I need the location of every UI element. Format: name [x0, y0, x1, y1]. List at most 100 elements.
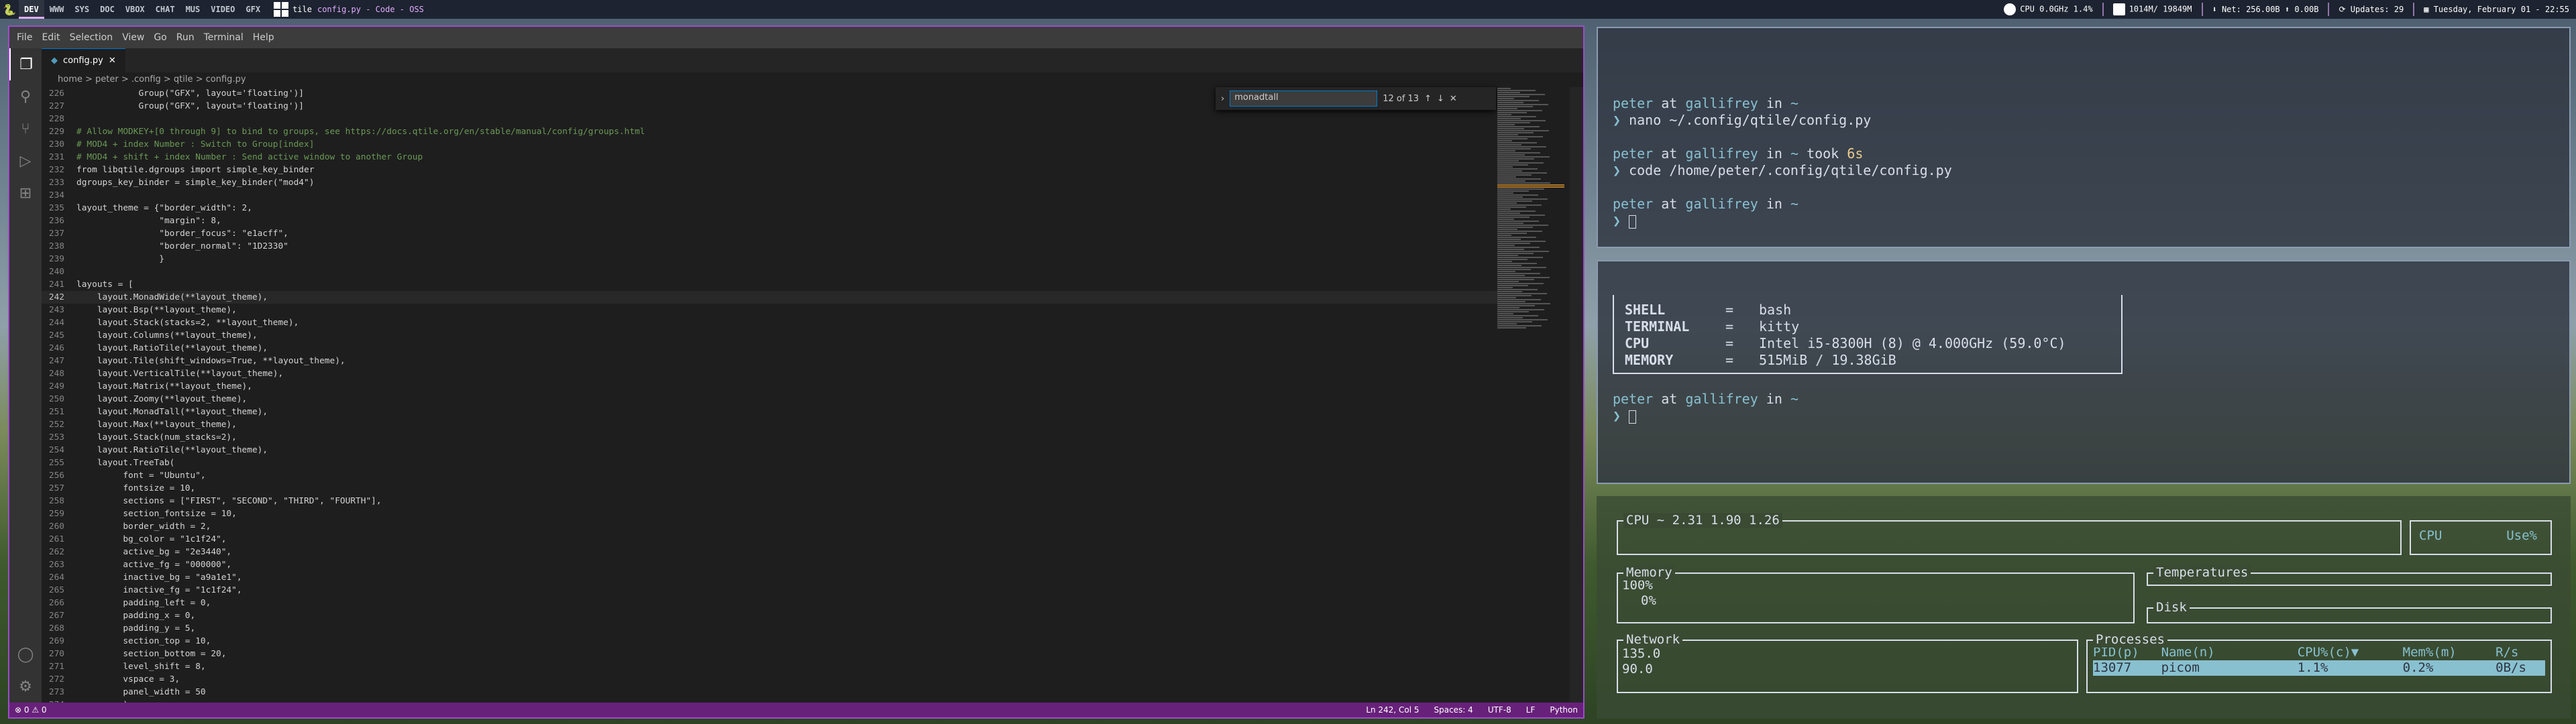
code-line[interactable]: 232 from libqtile.dgroups import simple_k…	[42, 164, 1497, 176]
code-line[interactable]: 252 layout.Max(**layout_theme),	[42, 418, 1497, 431]
terminal-2[interactable]: SHELL = bash TERMINAL = kitty CPU = Intel i5-830…	[1597, 260, 2571, 484]
extensions-icon[interactable]: ⊞	[9, 177, 42, 209]
code-line[interactable]: 271 level_shift = 8,	[42, 660, 1497, 673]
code-line[interactable]: 237 "border_focus": "e1acff",	[42, 227, 1497, 240]
tile-layout-icon[interactable]	[274, 2, 289, 17]
code-line[interactable]: 234	[42, 189, 1497, 202]
code-line[interactable]: 240	[42, 265, 1497, 278]
code-line[interactable]: 273 panel_width = 50	[42, 686, 1497, 699]
menu-edit[interactable]: Edit	[37, 32, 64, 43]
indentation[interactable]: Spaces: 4	[1434, 705, 1473, 715]
code-line[interactable]: 253 layout.Stack(num_stacks=2),	[42, 431, 1497, 444]
menu-terminal[interactable]: Terminal	[199, 32, 248, 43]
menu-help[interactable]: Help	[248, 32, 279, 43]
chevron-right-icon[interactable]: ›	[1221, 94, 1224, 104]
code-line[interactable]: 261 bg_color = "1c1f24",	[42, 533, 1497, 546]
code-line[interactable]: 228	[42, 113, 1497, 125]
encoding[interactable]: UTF-8	[1488, 705, 1511, 715]
group-www[interactable]: WWW	[44, 0, 70, 19]
code-line[interactable]: 247 layout.Tile(shift_windows=True, **la…	[42, 355, 1497, 367]
code-line[interactable]: 254 layout.RatioTile(**layout_theme),	[42, 444, 1497, 457]
eol[interactable]: LF	[1526, 705, 1536, 715]
code-line[interactable]: 257 fontsize = 10,	[42, 482, 1497, 495]
scrollbar[interactable]	[1570, 87, 1583, 703]
group-mus[interactable]: MUS	[180, 0, 206, 19]
code-line[interactable]: 241 layouts = [	[42, 278, 1497, 291]
code-line[interactable]: 229 # Allow MODKEY+[0 through 9] to bind …	[42, 125, 1497, 138]
code-line[interactable]: 235 layout_theme = {"border_width": 2,	[42, 202, 1497, 215]
updates-widget[interactable]: ⟳ Updates: 29	[2339, 5, 2404, 14]
line-text: panel_width = 50	[76, 687, 206, 697]
code-line[interactable]: 255 layout.TreeTab(	[42, 457, 1497, 469]
code-line[interactable]: 263 active_fg = "000000",	[42, 558, 1497, 571]
group-video[interactable]: VIDEO	[205, 0, 240, 19]
code-line[interactable]: 242 layout.MonadWide(**layout_theme),	[42, 291, 1497, 304]
code-line[interactable]: 266 padding_left = 0,	[42, 597, 1497, 609]
code-line[interactable]: 267 padding_x = 0,	[42, 609, 1497, 622]
process-column-header[interactable]: R/s	[2496, 645, 2545, 660]
code-editor[interactable]: 226 Group("GFX", layout='floating')] 227 …	[42, 87, 1497, 703]
group-doc[interactable]: DOC	[95, 0, 120, 19]
group-dev[interactable]: DEV	[19, 0, 44, 19]
code-line[interactable]: 265 inactive_fg = "1c1f24",	[42, 584, 1497, 597]
code-line[interactable]: 272 vspace = 3,	[42, 673, 1497, 686]
code-line[interactable]: 256 font = "Ubuntu",	[42, 469, 1497, 482]
code-line[interactable]: 264 inactive_bg = "a9a1e1",	[42, 571, 1497, 584]
process-row[interactable]: 13077 picom 1.1% 0.2% 0B/s	[2093, 660, 2545, 676]
menu-file[interactable]: File	[12, 32, 37, 43]
group-sys[interactable]: SYS	[69, 0, 95, 19]
tab-config-py[interactable]: ◆ config.py ✕	[42, 48, 125, 72]
code-line[interactable]: 249 layout.Matrix(**layout_theme),	[42, 380, 1497, 393]
close-icon[interactable]: ✕	[1450, 94, 1457, 104]
code-line[interactable]: 258 sections = ["FIRST", "SECOND", "THIR…	[42, 495, 1497, 507]
code-line[interactable]: 260 border_width = 2,	[42, 520, 1497, 533]
process-column-header[interactable]: CPU%(c)▼	[2298, 645, 2403, 660]
python-logo-icon[interactable]: 🐍	[0, 0, 19, 19]
code-line[interactable]: 230 # MOD4 + index Number : Switch to Gro…	[42, 138, 1497, 151]
gear-icon[interactable]: ⚙	[9, 670, 42, 703]
breadcrumb[interactable]: home > peter > .config > qtile > config.…	[42, 72, 1583, 87]
group-chat[interactable]: CHAT	[150, 0, 180, 19]
code-line[interactable]: 239 }	[42, 253, 1497, 265]
search-icon[interactable]: ⚲	[9, 80, 42, 113]
process-column-header[interactable]: Name(n)	[2161, 645, 2298, 660]
bpytop-window[interactable]: CPU ~ 2.31 1.90 1.26 CPU Use% Memory 100% 0…	[1597, 496, 2571, 719]
minimap[interactable]	[1497, 87, 1570, 703]
code-line[interactable]: 245 layout.Columns(**layout_theme),	[42, 329, 1497, 342]
next-match-icon[interactable]: ↓	[1437, 94, 1444, 104]
menu-go[interactable]: Go	[149, 32, 171, 43]
code-line[interactable]: 231 # MOD4 + shift + index Number : Send …	[42, 151, 1497, 164]
code-line[interactable]: 269 section_top = 10,	[42, 635, 1497, 648]
close-icon[interactable]: ✕	[109, 56, 116, 66]
code-line[interactable]: 236 "margin": 8,	[42, 215, 1497, 227]
prev-match-icon[interactable]: ↑	[1424, 94, 1432, 104]
cursor-position[interactable]: Ln 242, Col 5	[1366, 705, 1419, 715]
problems-count[interactable]: ⊗ 0 ⚠ 0	[15, 705, 47, 715]
code-line[interactable]: 238 "border_normal": "1D2330"	[42, 240, 1497, 253]
group-gfx[interactable]: GFX	[240, 0, 266, 19]
group-vbox[interactable]: VBOX	[120, 0, 150, 19]
code-line[interactable]: 233 dgroups_key_binder = simple_key_binde…	[42, 176, 1497, 189]
menu-run[interactable]: Run	[172, 32, 199, 43]
menu-view[interactable]: View	[117, 32, 149, 43]
menu-selection[interactable]: Selection	[65, 32, 118, 43]
code-line[interactable]: 268 padding_y = 5,	[42, 622, 1497, 635]
code-line[interactable]: 244 layout.Stack(stacks=2, **layout_them…	[42, 316, 1497, 329]
explorer-icon[interactable]: ❐	[9, 48, 42, 80]
code-line[interactable]: 248 layout.VerticalTile(**layout_theme),	[42, 367, 1497, 380]
source-control-icon[interactable]: ⑂	[9, 113, 42, 145]
download-icon: ⬇	[2212, 5, 2222, 14]
code-line[interactable]: 251 layout.MonadTall(**layout_theme),	[42, 406, 1497, 418]
code-line[interactable]: 246 layout.RatioTile(**layout_theme),	[42, 342, 1497, 355]
code-line[interactable]: 243 layout.Bsp(**layout_theme),	[42, 304, 1497, 316]
find-input[interactable]: monadtall	[1230, 90, 1378, 107]
process-column-header[interactable]: Mem%(m)	[2403, 645, 2496, 660]
code-line[interactable]: 259 section_fontsize = 10,	[42, 507, 1497, 520]
run-debug-icon[interactable]: ▷	[9, 145, 42, 177]
code-line[interactable]: 262 active_bg = "2e3440",	[42, 546, 1497, 558]
language-mode[interactable]: Python	[1550, 705, 1578, 715]
code-line[interactable]: 250 layout.Zoomy(**layout_theme),	[42, 393, 1497, 406]
code-line[interactable]: 270 section_bottom = 20,	[42, 648, 1497, 660]
terminal-1[interactable]: peter at gallifrey in ~ ❯ nano ~/.config…	[1597, 27, 2571, 248]
account-icon[interactable]: ◯	[9, 638, 42, 670]
